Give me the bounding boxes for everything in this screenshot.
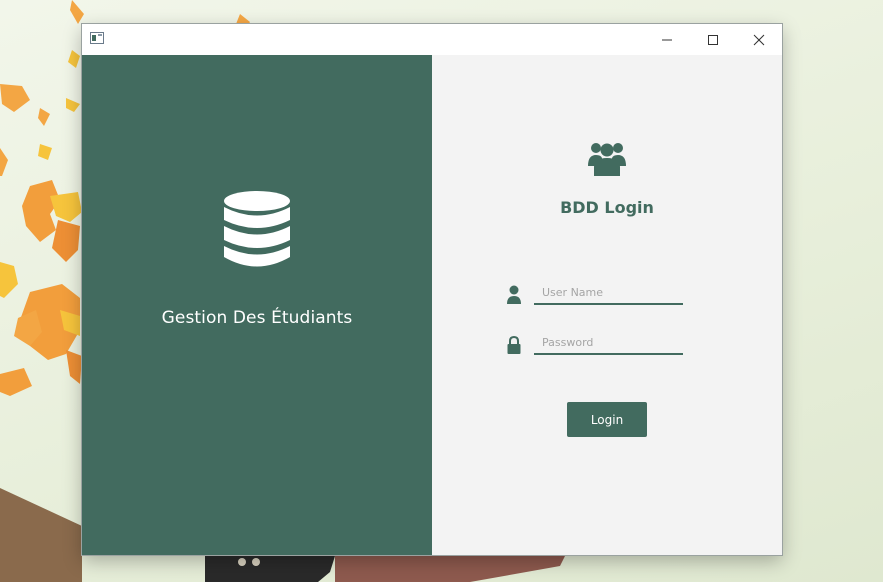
maximize-icon	[708, 34, 718, 45]
password-input[interactable]	[534, 331, 683, 355]
app-title: Gestion Des Étudiants	[161, 308, 353, 328]
title-bar	[82, 24, 782, 55]
user-icon	[507, 285, 521, 304]
username-input[interactable]	[534, 281, 683, 305]
password-row	[504, 331, 714, 357]
database-icon	[224, 191, 290, 267]
branding-panel: Gestion Des Étudiants	[82, 55, 432, 555]
lock-icon	[507, 335, 521, 354]
login-button[interactable]: Login	[567, 402, 647, 437]
close-icon	[753, 34, 765, 45]
login-panel: BDD Login Login	[432, 55, 782, 555]
minimize-button[interactable]	[644, 24, 690, 55]
login-window: Gestion Des Étudiants BDD Login User Nam…	[82, 24, 782, 555]
minimize-icon	[662, 39, 672, 40]
app-window-icon	[90, 32, 104, 44]
maximize-button[interactable]	[690, 24, 736, 55]
username-row	[504, 281, 714, 307]
close-button[interactable]	[736, 24, 782, 55]
login-title: BDD Login	[560, 198, 654, 217]
users-group-icon	[588, 143, 626, 176]
